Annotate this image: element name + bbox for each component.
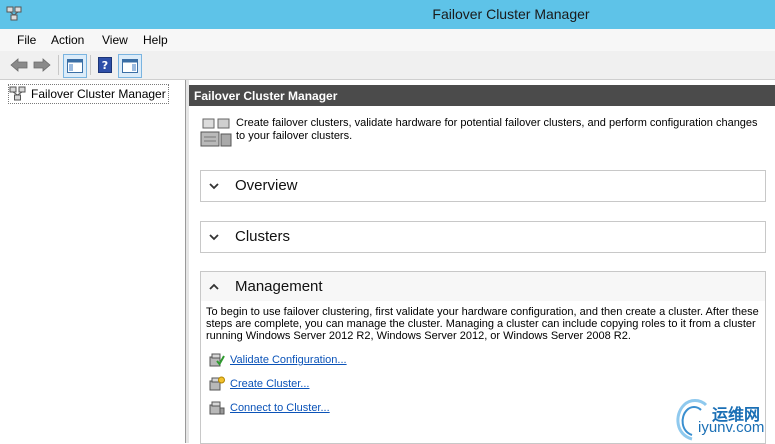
action-pane-icon [122, 59, 138, 73]
window-title: Failover Cluster Manager [432, 6, 590, 22]
menu-bar: File Action View Help [0, 29, 775, 52]
page-title: Failover Cluster Manager [194, 89, 338, 103]
toolbar-separator [90, 55, 91, 75]
console-tree: Failover Cluster Manager [0, 80, 186, 443]
validate-configuration-icon [209, 353, 225, 367]
toolbar: ? [0, 51, 775, 80]
action-label[interactable]: Connect to Cluster... [230, 402, 330, 414]
back-button[interactable] [9, 54, 29, 76]
show-hide-action-pane-button[interactable] [118, 54, 142, 78]
main-pane: Failover Cluster Manager Create failover… [189, 82, 775, 444]
section-title: Overview [235, 177, 298, 194]
section-overview[interactable]: Overview [200, 170, 766, 202]
intro-description: Create failover clusters, validate hardw… [236, 117, 758, 142]
action-label[interactable]: Create Cluster... [230, 378, 309, 390]
main-header: Failover Cluster Manager [189, 85, 775, 106]
cluster-overview-icon [200, 118, 232, 147]
cluster-app-icon[interactable] [5, 5, 23, 23]
help-button[interactable]: ? [95, 54, 115, 76]
section-clusters[interactable]: Clusters [200, 221, 766, 253]
menu-view[interactable]: View [100, 33, 130, 47]
menu-action[interactable]: Action [49, 33, 86, 47]
watermark: 运维网 iyunv.com [672, 393, 775, 443]
forward-button[interactable] [32, 54, 52, 76]
connect-to-cluster-link[interactable]: Connect to Cluster... [209, 400, 330, 416]
management-description: To begin to use failover clustering, fir… [206, 306, 759, 342]
tree-item-failover-cluster-manager[interactable]: Failover Cluster Manager [8, 84, 169, 104]
action-label[interactable]: Validate Configuration... [230, 354, 347, 366]
chevron-down-icon [209, 183, 219, 190]
cluster-manager-icon [9, 86, 26, 101]
create-cluster-link[interactable]: Create Cluster... [209, 376, 309, 392]
section-title: Clusters [235, 228, 291, 245]
forward-arrow-icon [33, 58, 51, 72]
title-bar: Failover Cluster Manager [0, 0, 775, 29]
chevron-up-icon [209, 283, 219, 290]
console-tree-icon [67, 59, 83, 73]
section-management[interactable]: Management [200, 271, 766, 303]
back-arrow-icon [10, 58, 28, 72]
chevron-down-icon [209, 234, 219, 241]
tree-item-label: Failover Cluster Manager [31, 87, 166, 101]
create-cluster-icon [209, 376, 225, 391]
watermark-url: iyunv.com [698, 419, 765, 436]
connect-to-cluster-icon [209, 401, 225, 415]
menu-help[interactable]: Help [141, 33, 170, 47]
menu-file[interactable]: File [15, 33, 38, 47]
help-icon: ? [98, 57, 112, 73]
section-title: Management [235, 278, 323, 295]
show-hide-tree-button[interactable] [63, 54, 87, 78]
toolbar-separator [58, 55, 59, 75]
validate-configuration-link[interactable]: Validate Configuration... [209, 352, 347, 368]
svg-text:?: ? [102, 59, 108, 72]
